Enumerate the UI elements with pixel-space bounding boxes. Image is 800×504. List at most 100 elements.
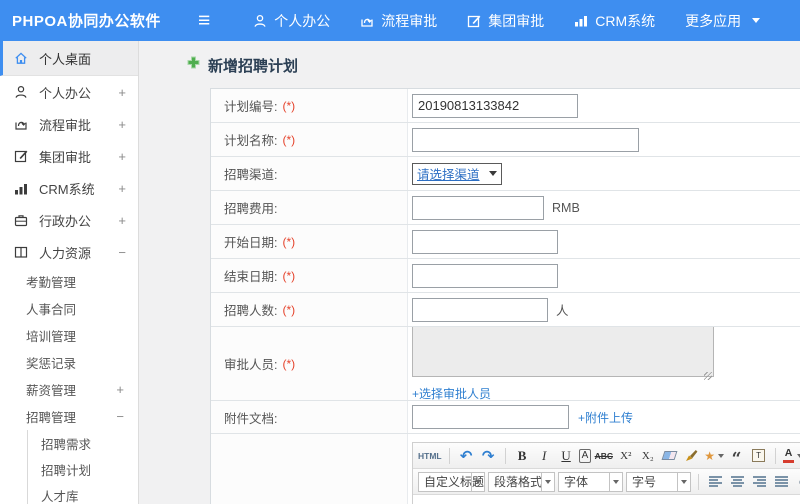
field-label: 招聘人数: xyxy=(224,304,278,318)
bold-button[interactable]: B xyxy=(513,446,532,466)
approvers-textarea[interactable] xyxy=(412,327,714,377)
required-marker: (*) xyxy=(282,234,296,249)
choose-approvers-link[interactable]: +选择审批人员 xyxy=(412,387,491,400)
field-label: 计划名称: xyxy=(224,134,278,148)
resize-handle[interactable] xyxy=(704,372,712,380)
user-icon xyxy=(253,14,267,28)
eraser-icon xyxy=(661,451,678,460)
recruit-submenu: 招聘需求 招聘计划 人才库 xyxy=(27,430,138,504)
strikethrough-button[interactable]: ABC xyxy=(594,446,613,466)
sidebar-item-attendance[interactable]: 考勤管理 xyxy=(0,268,138,295)
nav-crm-system[interactable]: CRM系统 xyxy=(559,11,670,31)
nav-process-approval[interactable]: 流程审批 xyxy=(345,11,452,31)
sidebar-item-recruit-demand[interactable]: 招聘需求 xyxy=(28,430,138,456)
fee-input[interactable] xyxy=(412,195,544,220)
app-logo[interactable]: PHPOA协同办公软件 xyxy=(0,10,168,31)
undo-button[interactable]: ↶ xyxy=(457,446,476,466)
expand-plus-icon: + xyxy=(118,180,126,196)
sidebar-item-salary[interactable]: 薪资管理 + xyxy=(0,376,138,403)
rich-text-editor: HTML ↶ ↷ B I U A ABC X² X₂ ★ “ T A 自定义标题… xyxy=(412,442,800,504)
toolbar-separator xyxy=(448,447,450,464)
required-marker: (*) xyxy=(282,132,296,147)
field-label: 招聘费用: xyxy=(224,202,278,216)
font-border-button[interactable]: A xyxy=(578,448,592,463)
align-right-button[interactable] xyxy=(750,472,769,492)
editor-content-area[interactable] xyxy=(413,495,800,504)
plan-name-input[interactable] xyxy=(412,127,639,152)
process-icon xyxy=(14,117,30,131)
font-size-select[interactable]: 字号 xyxy=(626,471,691,492)
superscript-button[interactable]: X² xyxy=(616,446,635,466)
subscript-button[interactable]: X₂ xyxy=(638,446,657,466)
field-label: 结束日期: xyxy=(224,270,278,284)
form-row-end-date: 结束日期: (*) xyxy=(211,259,800,293)
auto-typeset-button[interactable]: ★ xyxy=(704,446,725,466)
align-left-button[interactable] xyxy=(706,472,725,492)
form-row-attachment: 附件文档: +附件上传 xyxy=(211,401,800,434)
sidebar-item-personal-office[interactable]: 个人办公 + xyxy=(0,76,138,108)
sidebar-item-recruit-mgmt[interactable]: 招聘管理 − xyxy=(0,403,138,430)
sidebar-item-hr-contract[interactable]: 人事合同 xyxy=(0,295,138,322)
process-icon xyxy=(360,14,374,28)
blockquote-button[interactable]: “ xyxy=(727,446,746,468)
font-family-select[interactable]: 字体 xyxy=(558,471,623,492)
start-date-input[interactable] xyxy=(412,229,558,254)
sidebar-item-rewards[interactable]: 奖惩记录 xyxy=(0,349,138,376)
redo-button[interactable]: ↷ xyxy=(479,446,498,466)
field-label: 开始日期: xyxy=(224,236,278,250)
field-label: 计划编号: xyxy=(224,100,278,114)
align-left-icon xyxy=(709,476,722,487)
form-row-content-editor: HTML ↶ ↷ B I U A ABC X² X₂ ★ “ T A 自定义标题… xyxy=(211,434,800,504)
hamburger-menu-icon[interactable]: ≡ xyxy=(198,10,210,31)
caret-down-icon xyxy=(613,479,619,484)
nav-personal-office[interactable]: 个人办公 xyxy=(238,11,345,31)
field-label: 招聘渠道: xyxy=(224,168,278,182)
attachment-upload-link[interactable]: +附件上传 xyxy=(578,409,633,426)
channel-select[interactable]: 请选择渠道 xyxy=(412,162,502,185)
add-plus-icon xyxy=(187,56,200,74)
align-right-icon xyxy=(753,476,766,487)
home-icon xyxy=(14,51,30,65)
caret-down-icon xyxy=(545,479,551,484)
toolbar-separator xyxy=(775,447,777,464)
sidebar-item-admin-office[interactable]: 行政办公 + xyxy=(0,204,138,236)
custom-title-select[interactable]: 自定义标题 xyxy=(418,471,485,492)
attachment-input[interactable] xyxy=(412,405,569,429)
sidebar-item-recruit-plan[interactable]: 招聘计划 xyxy=(28,456,138,482)
briefcase-icon xyxy=(14,213,30,227)
underline-button[interactable]: U xyxy=(557,446,576,466)
sidebar-item-training[interactable]: 培训管理 xyxy=(0,322,138,349)
recruit-plan-form: 计划编号:(*) 计划名称:(*) 招聘渠道: 请选择渠道 招聘费用: RMB … xyxy=(210,88,800,504)
sidebar-item-process-approval[interactable]: 流程审批 + xyxy=(0,108,138,140)
align-justify-button[interactable] xyxy=(772,472,791,492)
end-date-input[interactable] xyxy=(412,263,558,288)
plan-number-input[interactable] xyxy=(412,93,578,118)
paste-text-button[interactable]: T xyxy=(749,446,768,466)
nav-group-approval[interactable]: 集团审批 xyxy=(452,11,559,31)
align-center-button[interactable] xyxy=(728,472,747,492)
source-code-button[interactable]: HTML xyxy=(418,446,442,466)
sidebar-item-crm[interactable]: CRM系统 + xyxy=(0,172,138,204)
brush-icon xyxy=(686,450,698,461)
sidebar-item-talent-pool[interactable]: 人才库 xyxy=(28,482,138,504)
insert-link-button[interactable]: ∞ xyxy=(794,472,800,492)
nav-more-apps[interactable]: 更多应用 xyxy=(670,11,775,31)
page-title: 新增招聘计划 xyxy=(187,55,800,75)
sidebar-item-desktop[interactable]: 个人桌面 xyxy=(0,41,138,76)
headcount-input[interactable] xyxy=(412,297,548,322)
required-marker: (*) xyxy=(282,356,296,371)
format-brush-button[interactable] xyxy=(682,446,701,466)
top-nav: 个人办公 流程审批 集团审批 CRM系统 更多应用 xyxy=(238,11,775,31)
user-icon xyxy=(14,85,30,99)
align-justify-icon xyxy=(775,476,788,487)
sidebar: 个人桌面 个人办公 + 流程审批 + 集团审批 + CRM系统 + 行政办公 +… xyxy=(0,41,139,504)
eraser-button[interactable] xyxy=(660,446,679,466)
paragraph-format-select[interactable]: 段落格式 xyxy=(488,471,555,492)
sidebar-item-hr[interactable]: 人力资源 − xyxy=(0,236,138,268)
font-color-button[interactable]: A xyxy=(783,446,800,466)
italic-button[interactable]: I xyxy=(535,446,554,466)
fee-unit-label: RMB xyxy=(552,200,580,215)
paste-icon: T xyxy=(752,449,766,462)
sidebar-item-group-approval[interactable]: 集团审批 + xyxy=(0,140,138,172)
expand-plus-icon: + xyxy=(118,212,126,228)
